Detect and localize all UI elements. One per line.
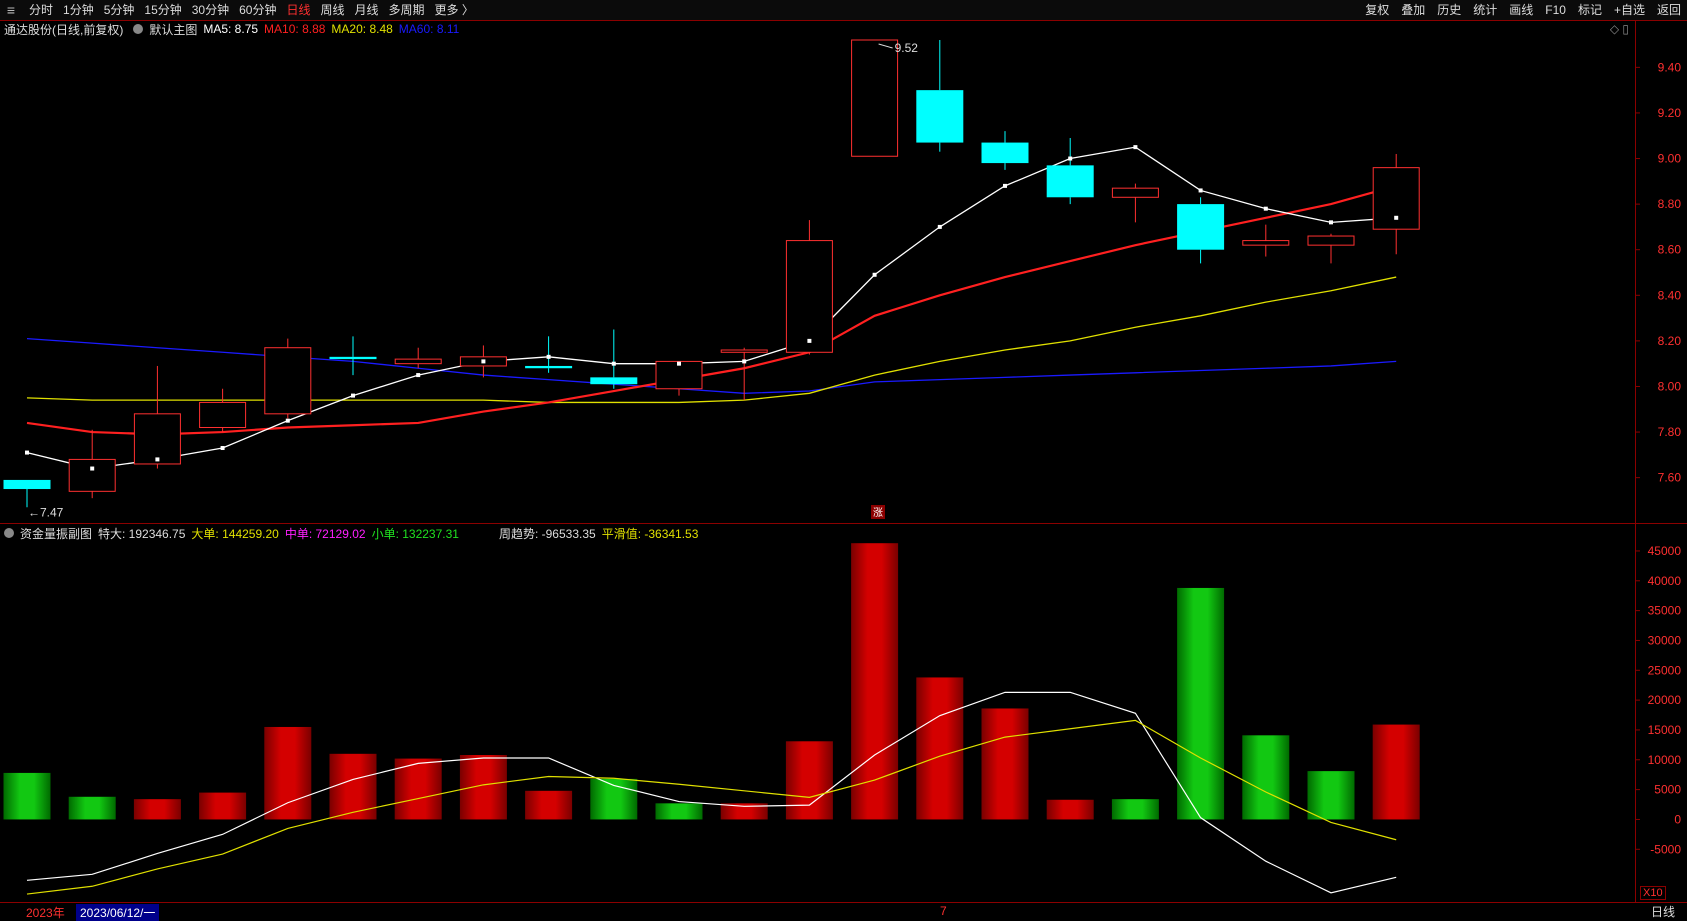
candle-body-17 [1111, 187, 1159, 198]
candle-body-21 [1372, 167, 1420, 230]
ma5-point-15 [1003, 183, 1007, 188]
ma5-point-0 [25, 450, 29, 455]
fund-bar-1 [68, 796, 116, 820]
sub-tick-label-1: 40000 [1648, 574, 1682, 588]
fund-bar-17 [1111, 799, 1159, 820]
candle-body-16 [1046, 165, 1094, 198]
high-price-label: 9.52 [895, 41, 919, 55]
candle-body-0 [3, 479, 51, 490]
ma5-point-8 [546, 354, 551, 359]
month-marker: 7 [940, 904, 947, 918]
price-tick-label-1: 9.20 [1658, 106, 1682, 120]
ma5-point-7 [481, 359, 486, 364]
ma5-point-9 [611, 361, 616, 366]
fund-bar-13 [851, 543, 899, 820]
ma5-point-12 [807, 338, 812, 343]
candle-body-20 [1307, 235, 1355, 246]
price-tick-label-9: 7.60 [1658, 471, 1682, 485]
sub-tick-label-4: 25000 [1648, 663, 1682, 677]
period-label[interactable]: 日线 [1651, 903, 1675, 920]
date-axis: 2023年 2023/06/12/一 7 [0, 902, 1687, 921]
ma5-point-13 [872, 272, 877, 277]
fund-bar-8 [525, 790, 573, 820]
fund-bar-4 [264, 726, 312, 820]
candle-body-8 [525, 365, 573, 369]
sub-tick-label-2: 35000 [1648, 604, 1682, 618]
candle-body-14 [916, 90, 964, 143]
candle-body-18 [1177, 204, 1225, 250]
low-price-label: ←7.47 [28, 505, 64, 519]
ma5-point-10 [677, 361, 681, 366]
fund-bar-14 [916, 677, 964, 820]
candle-body-13 [851, 39, 899, 157]
price-tick-label-4: 8.60 [1658, 243, 1682, 257]
candle-body-6 [394, 358, 442, 365]
candle-body-12 [785, 240, 833, 353]
ma5-point-5 [351, 393, 355, 398]
fund-bar-12 [785, 741, 833, 820]
candle-body-4 [264, 347, 312, 415]
fund-bar-2 [133, 799, 181, 820]
sub-tick-label-5: 20000 [1648, 693, 1682, 707]
candle-body-2 [133, 413, 181, 465]
price-tick-label-0: 9.40 [1658, 60, 1682, 74]
price-tick-label-6: 8.20 [1658, 334, 1682, 348]
fund-bar-3 [199, 792, 247, 820]
ma5-point-1 [90, 466, 95, 471]
ma5-point-18 [1198, 188, 1203, 193]
candle-body-5 [329, 356, 377, 360]
sub-tick-label-9: 0 [1674, 812, 1681, 826]
candle-body-11 [720, 349, 768, 353]
stock-chart-canvas[interactable]: 9.40 9.20 9.00 8.80 8.60 8.40 8.20 8.00 7.80 7.60… [0, 0, 1687, 918]
ma5-point-4 [285, 418, 290, 423]
ma-line-ma60 [26, 337, 1397, 394]
sub-tick-label-10: -5000 [1650, 842, 1681, 856]
fund-bar-16 [1046, 799, 1094, 820]
ma5-point-17 [1133, 145, 1138, 150]
sub-tick-label-8: 5000 [1654, 783, 1681, 797]
fund-bar-18 [1177, 587, 1225, 820]
fund-bar-19 [1242, 735, 1290, 820]
year-label: 2023年 [26, 906, 65, 920]
sub-tick-label-7: 10000 [1648, 753, 1682, 767]
price-tick-label-7: 8.00 [1658, 379, 1682, 393]
candle-body-19 [1242, 240, 1290, 246]
candle-body-3 [199, 401, 247, 429]
fund-bar-15 [981, 708, 1029, 820]
ma5-point-11 [742, 359, 747, 364]
price-tick-label-2: 9.00 [1658, 152, 1682, 166]
ma5-point-3 [220, 446, 225, 451]
fund-bar-5 [329, 753, 377, 820]
price-tick-label-3: 8.80 [1658, 197, 1682, 211]
fund-bar-0 [3, 772, 51, 820]
fund-bar-21 [1372, 724, 1420, 820]
candle-body-1 [68, 458, 116, 492]
candle-body-15 [981, 142, 1029, 164]
ma5-point-6 [416, 373, 421, 378]
price-tick-label-5: 8.40 [1658, 288, 1682, 302]
sub-tick-label-3: 30000 [1648, 633, 1682, 647]
zhang-marker: 涨 [873, 507, 883, 519]
ma-line-ma20 [26, 276, 1397, 404]
ma5-point-16 [1068, 156, 1073, 161]
ma5-point-2 [155, 457, 160, 462]
fund-bar-7 [459, 755, 507, 820]
ma5-point-14 [937, 224, 942, 229]
price-tick-label-8: 7.80 [1658, 425, 1682, 439]
sub-tick-label-6: 15000 [1648, 723, 1682, 737]
sub-tick-label-0: 45000 [1648, 544, 1682, 558]
fund-bar-20 [1307, 771, 1355, 820]
ma5-point-19 [1263, 206, 1268, 211]
candle-body-9 [590, 377, 638, 385]
selected-date: 2023/06/12/一 [76, 904, 160, 921]
x10-badge: X10 [1640, 886, 1666, 900]
ma5-point-21 [1394, 215, 1399, 220]
ma5-point-20 [1329, 220, 1333, 225]
fund-bar-10 [655, 803, 703, 820]
